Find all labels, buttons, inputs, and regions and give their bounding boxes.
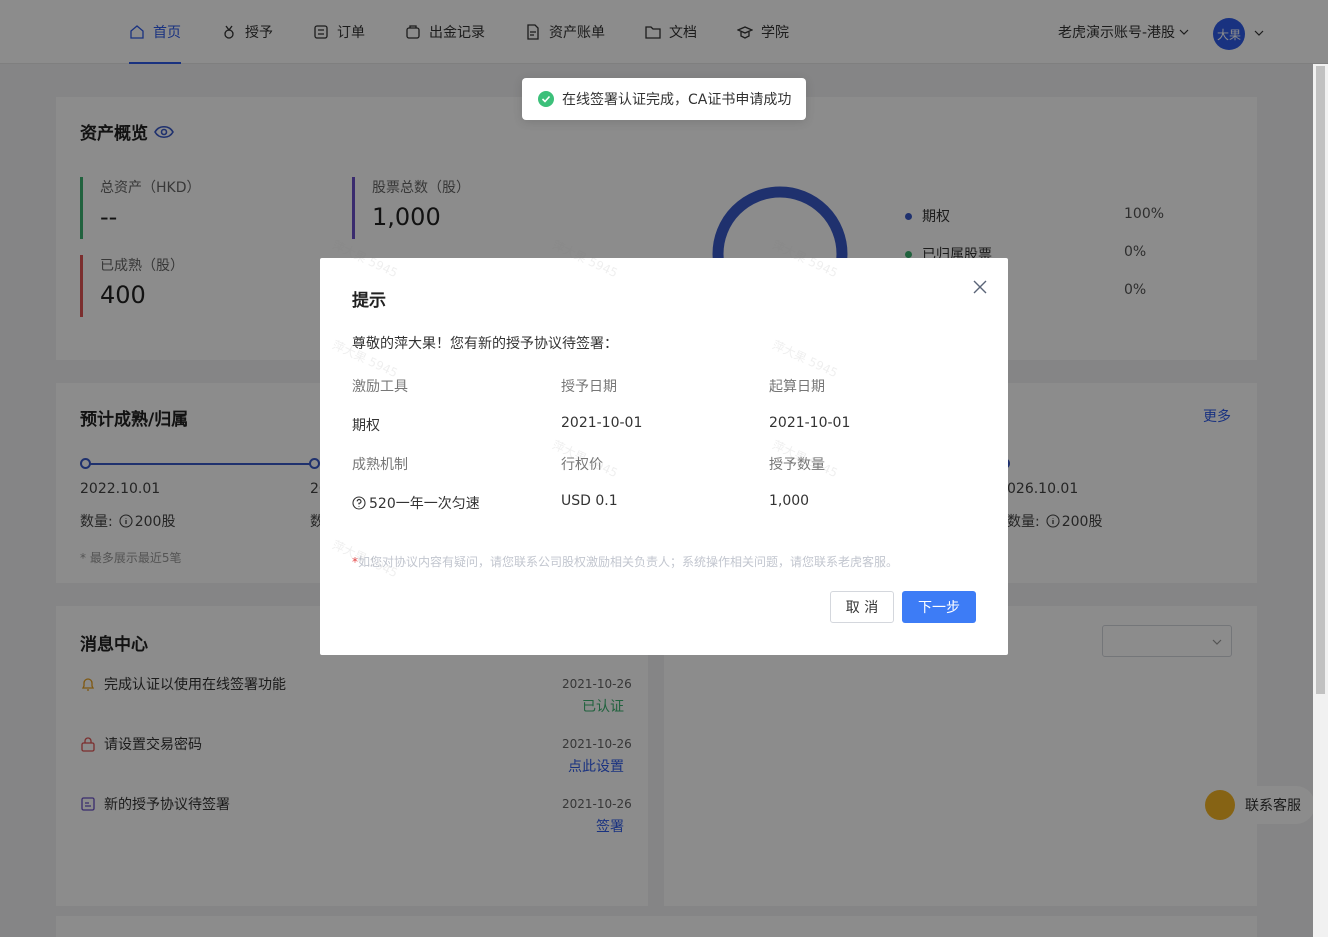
- note-text: 如您对协议内容有疑问，请您联系公司股权激励相关负责人；系统操作相关问题，请您联系…: [358, 555, 899, 569]
- cancel-button[interactable]: 取 消: [830, 591, 894, 623]
- toast-text: 在线签署认证完成，CA证书申请成功: [562, 92, 792, 108]
- dialog-title: 提示: [352, 291, 386, 311]
- header-grant-quantity: 授予数量: [769, 457, 825, 473]
- header-start-date: 起算日期: [769, 379, 825, 395]
- value-exercise-price: USD 0.1: [561, 493, 618, 509]
- dialog-intro: 尊敬的萍大果！您有新的授予协议待签署：: [352, 336, 618, 352]
- value-start-date: 2021-10-01: [769, 415, 851, 431]
- header-vesting-mechanism: 成熟机制: [352, 457, 408, 473]
- header-exercise-price: 行权价: [561, 457, 603, 473]
- value-incentive-tool: 期权: [352, 418, 380, 434]
- close-icon[interactable]: [971, 278, 989, 296]
- value-grant-quantity: 1,000: [769, 493, 810, 509]
- dialog-note: *如您对协议内容有疑问，请您联系公司股权激励相关负责人；系统操作相关问题，请您联…: [352, 553, 898, 570]
- header-incentive-tool: 激励工具: [352, 379, 408, 395]
- check-circle-icon: [538, 91, 554, 107]
- grant-agreement-dialog: 提示 尊敬的萍大果！您有新的授予协议待签署： 激励工具 授予日期 起算日期 期权…: [320, 258, 1008, 655]
- scrollbar-thumb[interactable]: [1316, 66, 1325, 694]
- header-grant-date: 授予日期: [561, 379, 617, 395]
- help-icon[interactable]: [352, 496, 366, 510]
- value-vesting-mechanism[interactable]: 520一年一次匀速: [352, 493, 480, 513]
- success-toast: 在线签署认证完成，CA证书申请成功: [522, 78, 806, 120]
- vesting-mechanism-text: 520一年一次匀速: [369, 496, 480, 512]
- value-grant-date: 2021-10-01: [561, 415, 643, 431]
- next-button[interactable]: 下一步: [902, 591, 976, 623]
